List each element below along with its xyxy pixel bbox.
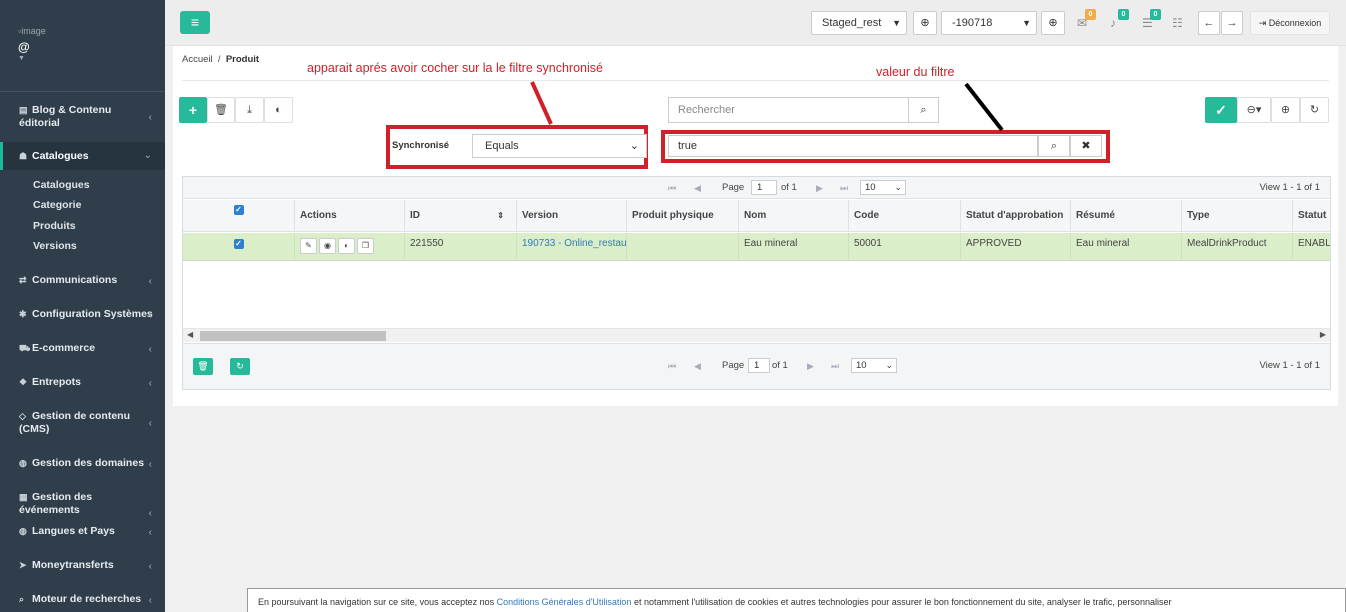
cookie-banner: En poursuivant la navigation sur ce site… [247,588,1346,612]
annotation-arrows [530,81,1004,132]
annotation-arrow-red [530,81,553,125]
app-root: ▫image @ ▼ ▤ Blog & Contenu éditorial ‹ ☗… [0,0,1346,612]
cgu-link[interactable]: Conditions Générales d'Utilisation [497,597,632,607]
annotation-arrow-black [964,82,1004,132]
